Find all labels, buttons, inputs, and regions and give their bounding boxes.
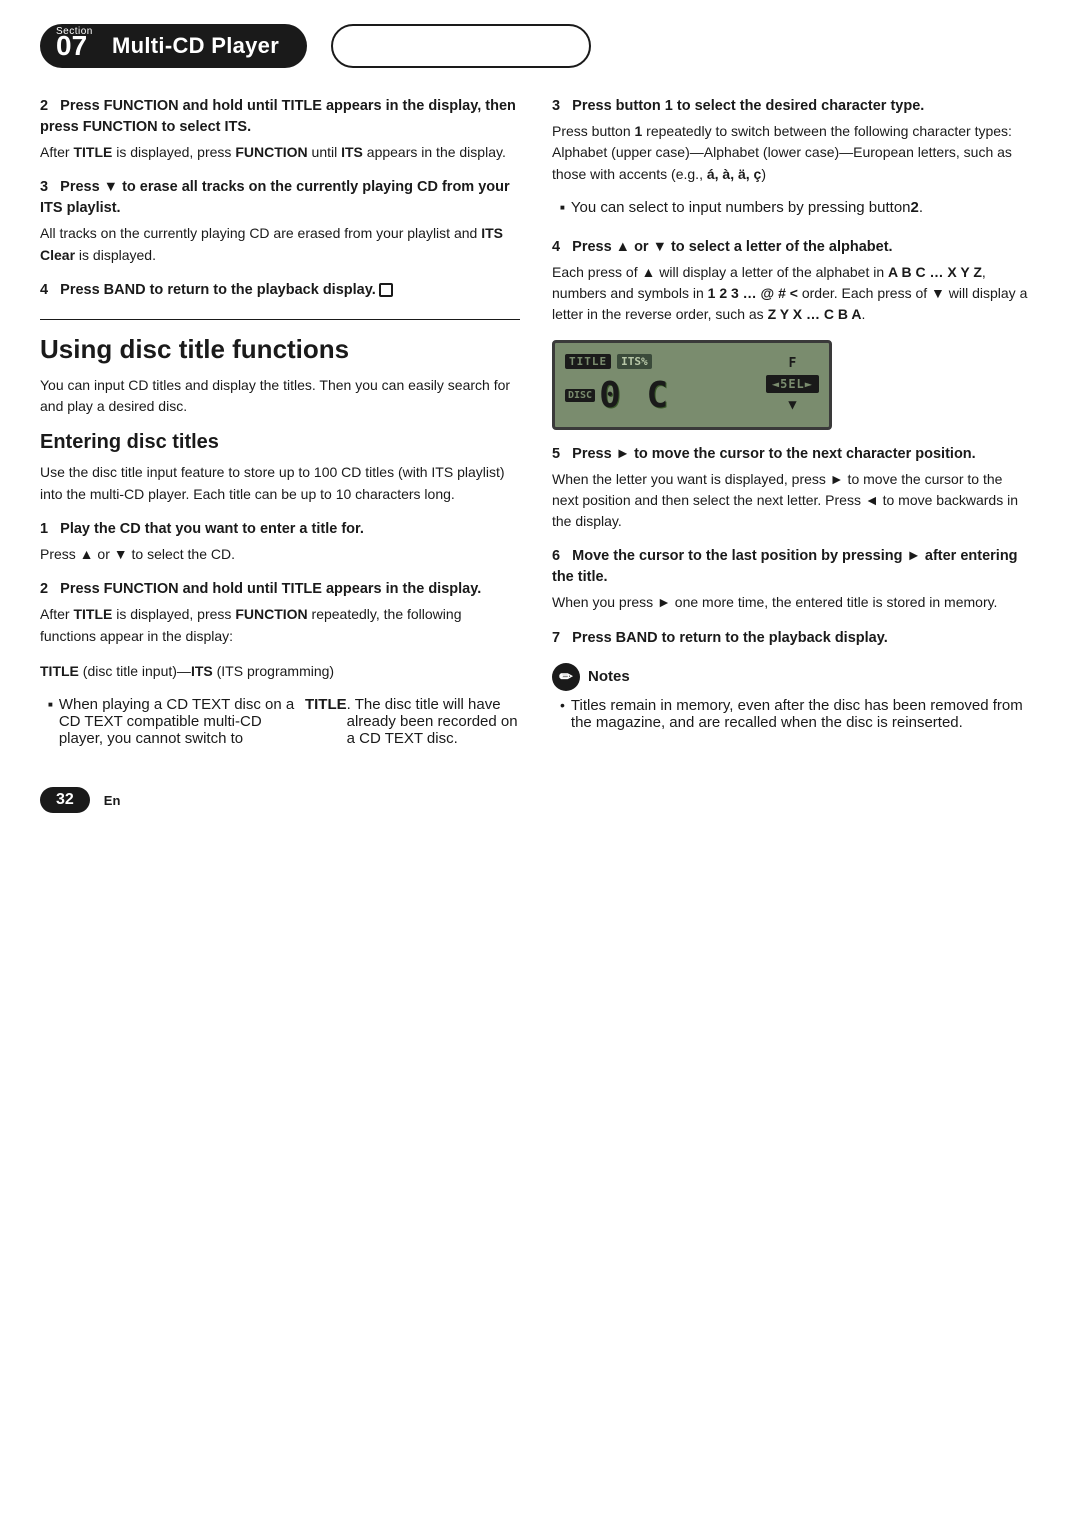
title-its-line: TITLE (disc title input)—ITS (ITS progra… [40,661,520,682]
step5r-body: When the letter you want is displayed, p… [552,469,1032,533]
step6r-heading: 6 Move the cursor to the last position b… [552,546,1032,588]
step4r-heading: 4 Press ▲ or ▼ to select a letter of the… [552,237,1032,258]
section-divider [40,319,520,320]
press-func-body: After TITLE is displayed, press FUNCTION… [40,604,520,647]
step3r-body: Press button 1 repeatedly to switch betw… [552,121,1032,185]
step2-body: After TITLE is displayed, press FUNCTION… [40,142,520,163]
sub-title: Entering disc titles [40,431,520,454]
notes-header: ✏ Notes [552,663,1032,691]
sub-intro: Use the disc title input feature to stor… [40,462,520,505]
step4-heading: 4 Press BAND to return to the playback d… [40,280,520,301]
col-right: 3 Press button 1 to select the desired c… [552,96,1032,751]
step7r-heading: 7 Press BAND to return to the playback d… [552,628,1032,649]
step4r-body: Each press of ▲ will display a letter of… [552,262,1032,326]
page-number-badge: 32 [40,787,90,813]
step3-body: All tracks on the currently playing CD a… [40,223,520,266]
lcd-f-label: F [789,356,797,371]
bullet-cd: When playing a CD TEXT disc on a CD TEXT… [40,696,520,747]
footer-lang: En [104,793,121,808]
header-row: Section 07 Multi-CD Player [40,24,1040,68]
notes-box: ✏ Notes Titles remain in memory, even af… [552,663,1032,731]
lcd-title-row: TITLE ITS% [565,354,670,369]
press-func-heading: 2 Press FUNCTION and hold until TITLE ap… [40,579,520,600]
step2-heading: 2 Press FUNCTION and hold until TITLE ap… [40,96,520,138]
section-label: Section [56,26,93,37]
notes-title: Notes [588,668,630,685]
play-heading: 1 Play the CD that you want to enter a t… [40,519,520,540]
lcd-left: TITLE ITS% DISC 0​ C [565,354,670,416]
lcd-sel-box: ◄5EL► [766,375,819,393]
lcd-title-label: TITLE [565,354,611,369]
lcd-disc-row: DISC 0​ C [565,375,670,416]
section-badge: Section 07 [40,24,98,68]
lcd-its-label: ITS% [617,354,652,369]
lcd-display: TITLE ITS% DISC 0​ C F ◄5EL► ▼ [552,340,832,430]
two-col: 2 Press FUNCTION and hold until TITLE ap… [40,96,1040,751]
step3r-bullet: You can select to input numbers by press… [552,199,1032,216]
step3-heading: 3 Press ▼ to erase all tracks on the cur… [40,177,520,219]
step6r-body: When you press ► one more time, the ente… [552,592,1032,613]
lcd-disc-label: DISC [565,389,595,402]
step3r-heading: 3 Press button 1 to select the desired c… [552,96,1032,117]
lcd-big-char: 0​ C [599,375,670,416]
page-wrapper: Section 07 Multi-CD Player 2 Press FUNCT… [0,0,1080,1529]
header-right-box [331,24,591,68]
notes-icon: ✏ [552,663,580,691]
section-title-large: Using disc title functions [40,334,520,365]
section-intro: You can input CD titles and display the … [40,375,520,418]
header-title: Multi-CD Player [112,33,279,59]
lcd-arrow-down: ▼ [788,397,796,413]
footer-row: 32 En [40,787,1040,813]
header-section-block: Section 07 Multi-CD Player [40,24,307,68]
notes-bullet: Titles remain in memory, even after the … [552,697,1032,731]
lcd-right: F ◄5EL► ▼ [766,356,819,413]
header-title-box: Multi-CD Player [98,24,307,68]
step5r-heading: 5 Press ► to move the cursor to the next… [552,444,1032,465]
col-left: 2 Press FUNCTION and hold until TITLE ap… [40,96,520,751]
end-symbol [379,283,393,297]
play-body: Press ▲ or ▼ to select the CD. [40,544,520,565]
